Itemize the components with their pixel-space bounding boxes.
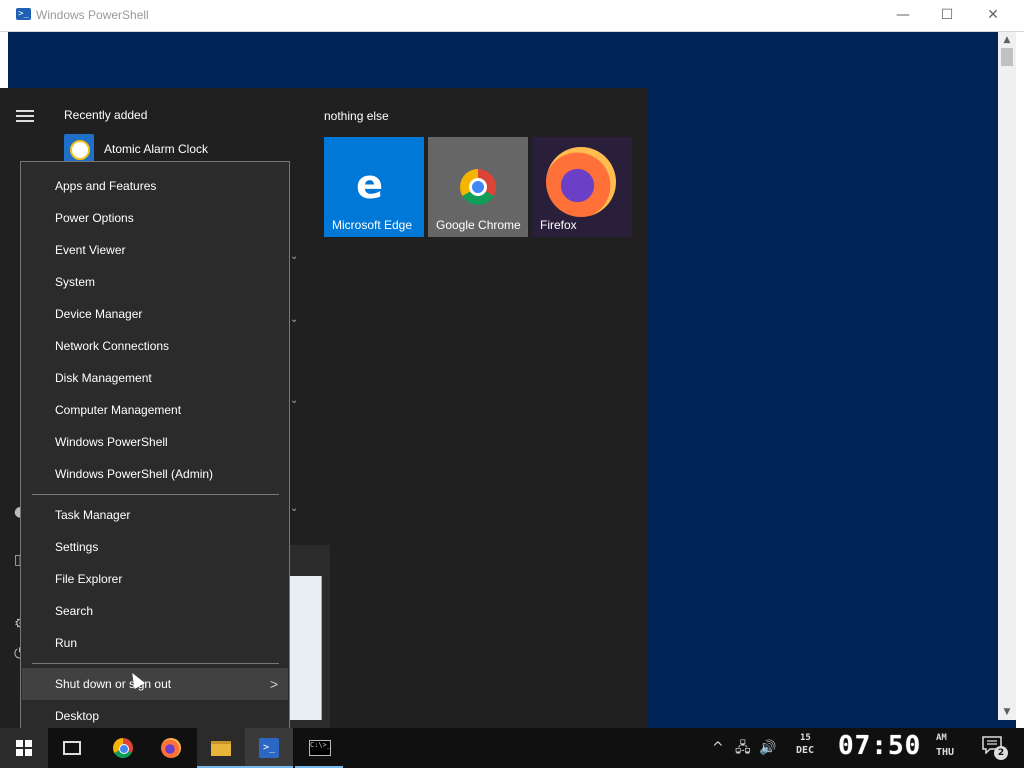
hamburger-menu-icon[interactable] — [16, 110, 34, 124]
volume-icon[interactable]: 🔊 — [759, 738, 776, 758]
menu-item-label: Shut down or sign out — [55, 677, 172, 691]
menu-item-device-manager[interactable]: Device Manager — [22, 298, 288, 330]
tile-microsoft-edge[interactable]: e Microsoft Edge — [324, 137, 424, 237]
action-center-button[interactable]: 2 — [982, 736, 1008, 760]
network-icon[interactable]: 🖧 — [735, 738, 751, 758]
scroll-down-button[interactable]: ▼ — [998, 704, 1016, 720]
scroll-thumb[interactable] — [1001, 48, 1013, 66]
menu-separator — [32, 494, 279, 495]
menu-item-apps-and-features[interactable]: Apps and Features — [22, 170, 288, 202]
firefox-icon — [161, 738, 181, 758]
menu-item-system[interactable]: System — [22, 266, 288, 298]
tile-group-heading[interactable]: nothing else — [324, 109, 389, 123]
menu-item-shut-down-or-sign-out[interactable]: Shut down or sign out > — [22, 668, 288, 700]
task-view-icon — [63, 741, 81, 755]
taskbar-file-explorer[interactable] — [197, 728, 245, 768]
menu-item-run[interactable]: Run — [22, 627, 288, 659]
chevron-down-icon[interactable]: ⌄ — [290, 314, 298, 325]
notification-count-badge: 2 — [994, 746, 1008, 760]
chevron-down-icon[interactable]: ⌄ — [290, 503, 298, 514]
clock-ampm[interactable]: AM — [936, 733, 947, 743]
menu-item-disk-management[interactable]: Disk Management — [22, 362, 288, 394]
menu-item-computer-management[interactable]: Computer Management — [22, 394, 288, 426]
recent-app-label[interactable]: Atomic Alarm Clock — [104, 142, 208, 156]
tile-google-chrome[interactable]: Google Chrome — [428, 137, 528, 237]
alarm-clock-icon[interactable] — [64, 134, 94, 164]
tile-label: Google Chrome — [436, 218, 521, 232]
chrome-icon — [113, 738, 133, 758]
tile-label: Microsoft Edge — [332, 218, 413, 232]
tile-firefox[interactable]: Firefox — [532, 137, 632, 237]
task-view-button[interactable] — [48, 728, 96, 768]
menu-item-file-explorer[interactable]: File Explorer — [22, 563, 288, 595]
start-button[interactable] — [0, 728, 48, 768]
window-title: Windows PowerShell — [36, 8, 149, 22]
clock-time[interactable]: 07:50 — [838, 731, 921, 761]
chrome-icon — [460, 169, 496, 205]
menu-item-event-viewer[interactable]: Event Viewer — [22, 234, 288, 266]
taskbar-command-prompt[interactable]: C:\>_ — [295, 728, 343, 768]
maximize-button[interactable]: ☐ — [924, 0, 970, 31]
menu-item-network-connections[interactable]: Network Connections — [22, 330, 288, 362]
taskbar-powershell[interactable]: >_ — [245, 728, 293, 768]
windows-logo-icon — [16, 740, 32, 756]
window-thumbnail — [290, 576, 322, 720]
recently-added-heading: Recently added — [64, 108, 148, 122]
menu-separator — [32, 663, 279, 664]
folder-icon — [211, 741, 231, 756]
menu-item-windows-powershell[interactable]: Windows PowerShell — [22, 426, 288, 458]
menu-item-task-manager[interactable]: Task Manager — [22, 499, 288, 531]
scroll-up-button[interactable]: ▲ — [998, 33, 1016, 47]
powershell-icon: >_ — [259, 738, 279, 758]
show-hidden-icons-chevron-icon[interactable]: ^ — [712, 738, 724, 758]
minimize-button[interactable]: — — [880, 0, 926, 31]
chevron-down-icon[interactable]: ⌄ — [290, 251, 298, 262]
powershell-titlebar[interactable] — [0, 0, 1024, 32]
chevron-down-icon[interactable]: ⌄ — [290, 395, 298, 406]
clock-month[interactable]: DEC — [796, 745, 814, 756]
menu-item-windows-powershell-admin[interactable]: Windows PowerShell (Admin) — [22, 458, 288, 490]
menu-item-settings[interactable]: Settings — [22, 531, 288, 563]
edge-icon: e — [356, 162, 384, 208]
window-border — [1016, 32, 1024, 728]
taskbar-firefox[interactable] — [147, 728, 195, 768]
command-prompt-icon: C:\>_ — [309, 740, 331, 756]
clock-weekday[interactable]: THU — [936, 747, 954, 758]
close-button[interactable]: ✕ — [970, 0, 1016, 31]
menu-item-search[interactable]: Search — [22, 595, 288, 627]
tile-label: Firefox — [540, 218, 577, 232]
vertical-scrollbar[interactable] — [998, 32, 1016, 720]
submenu-arrow-icon: > — [269, 676, 278, 692]
winx-context-menu: Apps and Features Power Options Event Vi… — [20, 161, 290, 741]
menu-item-power-options[interactable]: Power Options — [22, 202, 288, 234]
firefox-icon — [546, 147, 616, 217]
clock-day[interactable]: 15 — [800, 733, 811, 743]
taskbar-chrome[interactable] — [99, 728, 147, 768]
powershell-icon: >_ — [16, 8, 31, 20]
